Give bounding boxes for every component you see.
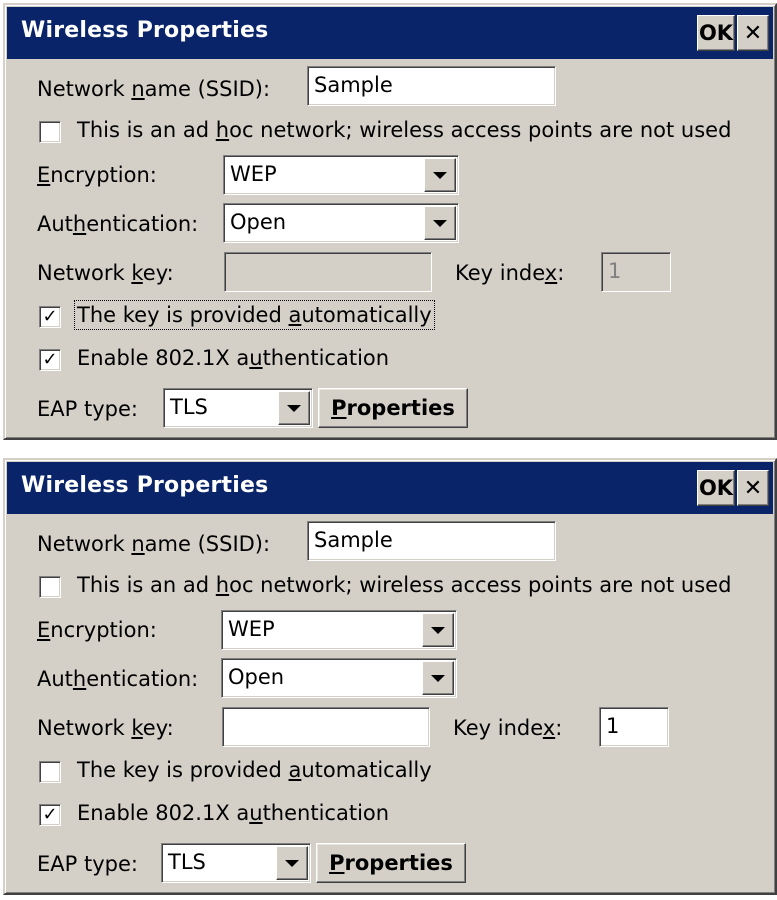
- ssid-input[interactable]: Sample: [307, 521, 556, 561]
- title-bar: Wireless Properties OK ✕: [7, 462, 773, 514]
- encryption-value: WEP: [228, 617, 275, 641]
- eap-type-value: TLS: [170, 395, 208, 419]
- eap-type-label: EAP type:: [37, 397, 138, 421]
- properties-button[interactable]: Properties: [316, 843, 466, 883]
- eap-type-value: TLS: [168, 850, 206, 874]
- auto-key-label: The key is provided automatically: [77, 758, 432, 782]
- close-icon[interactable]: ✕: [737, 15, 769, 51]
- network-key-input[interactable]: [224, 252, 432, 292]
- authentication-select[interactable]: Open: [223, 203, 459, 243]
- adhoc-label: This is an ad hoc network; wireless acce…: [77, 118, 732, 142]
- chevron-down-icon[interactable]: [424, 206, 456, 240]
- encryption-label: Encryption:: [37, 618, 157, 642]
- eap-type-select[interactable]: TLS: [161, 843, 311, 883]
- key-index-input[interactable]: 1: [599, 707, 669, 747]
- adhoc-label: This is an ad hoc network; wireless acce…: [77, 573, 732, 597]
- chevron-down-icon[interactable]: [276, 846, 308, 880]
- eap-type-label: EAP type:: [37, 852, 138, 876]
- key-index-label: Key index:: [453, 716, 563, 740]
- authentication-value: Open: [228, 665, 285, 689]
- ssid-input[interactable]: Sample: [307, 66, 556, 106]
- ssid-label: Network name (SSID):: [37, 532, 271, 556]
- auto-key-checkbox[interactable]: ✓: [39, 306, 61, 328]
- enable-8021x-label: Enable 802.1X authentication: [77, 801, 390, 825]
- key-index-input[interactable]: 1: [601, 252, 671, 292]
- key-index-label: Key index:: [455, 261, 565, 285]
- eap-type-select[interactable]: TLS: [163, 388, 313, 428]
- encryption-select[interactable]: WEP: [221, 610, 457, 650]
- encryption-value: WEP: [230, 162, 277, 186]
- window-title: Wireless Properties: [21, 473, 269, 498]
- ssid-label: Network name (SSID):: [37, 77, 271, 101]
- ok-button[interactable]: OK: [697, 15, 735, 51]
- network-key-label: Network key:: [37, 716, 174, 740]
- enable-8021x-label: Enable 802.1X authentication: [77, 346, 390, 370]
- auto-key-label: The key is provided automatically: [74, 300, 435, 330]
- enable-8021x-checkbox[interactable]: ✓: [39, 349, 61, 371]
- title-bar: Wireless Properties OK ✕: [7, 7, 773, 59]
- authentication-select[interactable]: Open: [221, 658, 457, 698]
- encryption-label: Encryption:: [37, 163, 157, 187]
- network-key-label: Network key:: [37, 261, 174, 285]
- close-icon[interactable]: ✕: [737, 470, 769, 506]
- properties-button[interactable]: Properties: [318, 388, 468, 428]
- wireless-properties-dialog-1: Wireless Properties OK ✕ Network name (S…: [3, 3, 777, 440]
- authentication-value: Open: [230, 210, 287, 234]
- chevron-down-icon[interactable]: [278, 391, 310, 425]
- enable-8021x-checkbox[interactable]: ✓: [39, 804, 61, 826]
- encryption-select[interactable]: WEP: [223, 155, 459, 195]
- ok-button[interactable]: OK: [697, 470, 735, 506]
- adhoc-checkbox[interactable]: [39, 121, 61, 143]
- auto-key-checkbox[interactable]: [39, 761, 61, 783]
- wireless-properties-dialog-2: Wireless Properties OK ✕ Network name (S…: [3, 458, 777, 895]
- authentication-label: Authentication:: [37, 212, 199, 236]
- window-title: Wireless Properties: [21, 18, 269, 43]
- authentication-label: Authentication:: [37, 667, 199, 691]
- network-key-input[interactable]: [222, 707, 430, 747]
- chevron-down-icon[interactable]: [422, 613, 454, 647]
- chevron-down-icon[interactable]: [424, 158, 456, 192]
- chevron-down-icon[interactable]: [422, 661, 454, 695]
- adhoc-checkbox[interactable]: [39, 576, 61, 598]
